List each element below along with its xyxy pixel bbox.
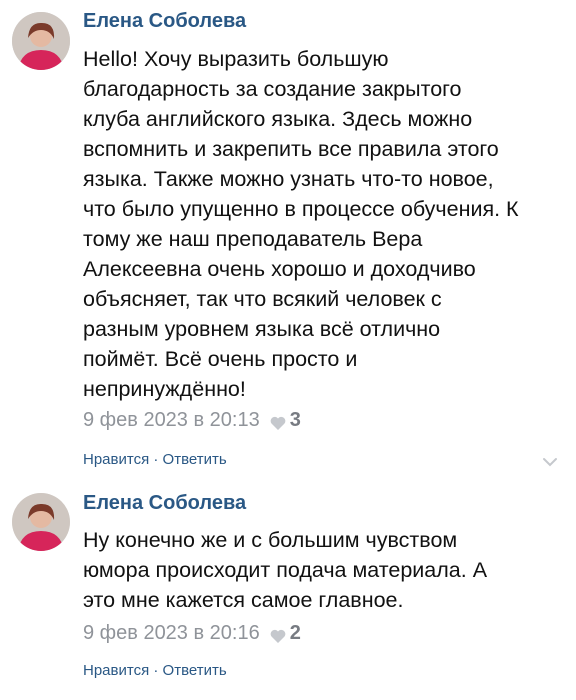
comment-line: языка. Также можно узнать что-то новое,: [83, 167, 494, 191]
heart-icon[interactable]: [270, 626, 286, 643]
reply-link[interactable]: Ответить: [163, 662, 227, 679]
avatar-photo: [12, 12, 70, 70]
comment-meta: 9 фев 2023 в 20:13 3: [83, 407, 301, 433]
likes-count: 3: [289, 408, 301, 431]
likes-count: 2: [289, 621, 301, 644]
comment-line: поймёт. Всё очень просто и: [83, 347, 358, 371]
comment-line: Hello! Хочу выразить большую: [83, 47, 389, 71]
comment-line: тому же наш преподаватель Вера: [83, 227, 423, 251]
author-name[interactable]: Елена Соболева: [83, 10, 246, 33]
like-link[interactable]: Нравится: [83, 451, 149, 468]
comment-date[interactable]: 9 фев 2023 в 20:13: [83, 409, 260, 432]
comment-line: клуба английского языка. Здесь можно: [83, 107, 473, 131]
comment-line: что было упущенно в процессе обучения. К: [83, 197, 519, 221]
comment-line: юмора происходит подача материала. А: [83, 558, 488, 582]
comment-line: это мне кажется самое главное.: [83, 588, 404, 612]
chevron-down-icon[interactable]: [542, 457, 558, 467]
comment-line: благодарность за создание закрытого: [83, 77, 462, 101]
comment-line: непринуждённо!: [83, 377, 246, 401]
comment-line: Алексеевна очень хорошо и доходчиво: [83, 257, 476, 281]
comment-date[interactable]: 9 фев 2023 в 20:16: [83, 622, 260, 645]
avatar[interactable]: [12, 12, 70, 70]
comment-text: Ну конечно же и с большим чувством юмора…: [83, 525, 563, 615]
separator: ·: [153, 662, 159, 679]
comment-text: Hello! Хочу выразить большую благодарнос…: [83, 44, 563, 404]
comment-line: Ну конечно же и с большим чувством: [83, 528, 458, 552]
comment-line: объясняет, так что всякий человек с: [83, 287, 442, 311]
separator: ·: [153, 451, 159, 468]
heart-icon[interactable]: [270, 413, 286, 430]
comment-meta: 9 фев 2023 в 20:16 2: [83, 620, 301, 646]
comment-actions: Нравится · Ответить: [83, 451, 227, 468]
reply-link[interactable]: Ответить: [163, 451, 227, 468]
like-link[interactable]: Нравится: [83, 662, 149, 679]
comment-line: вспомнить и закрепить все правила этого: [83, 137, 499, 161]
comment-line: разным уровнем языка всё отлично: [83, 317, 441, 341]
author-name[interactable]: Елена Соболева: [83, 492, 246, 515]
avatar-photo: [12, 493, 70, 551]
avatar[interactable]: [12, 493, 70, 551]
comment-actions: Нравится · Ответить: [83, 662, 227, 679]
